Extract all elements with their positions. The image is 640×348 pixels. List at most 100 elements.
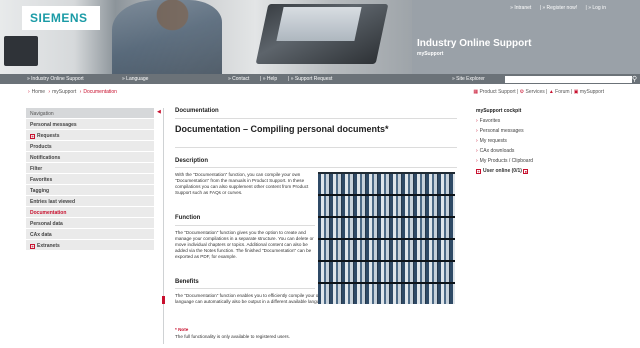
chevron-right-icon: › — [48, 89, 51, 95]
chevron-right-icon: › — [28, 89, 30, 95]
sidebar-item-label: Filter — [30, 166, 43, 172]
nav-help[interactable]: | » Help — [260, 76, 277, 82]
user-online-label: User online (0/1) — [483, 168, 522, 174]
forum-link[interactable]: Forum — [555, 89, 569, 95]
chevron-right-icon: › — [476, 138, 478, 144]
sidebar-scroll-marker[interactable] — [162, 296, 165, 304]
sidebar-item-favorites[interactable]: Favorites — [26, 174, 154, 185]
sidebar-item-products[interactable]: Products — [26, 141, 154, 152]
sidebar-divider — [163, 108, 164, 344]
collapse-sidebar-icon[interactable]: ◀ — [157, 109, 161, 115]
binders-photo — [318, 172, 455, 304]
chevron-right-icon: › — [476, 128, 478, 134]
note-text: The full functionality is only available… — [175, 334, 290, 339]
binder-shelf — [318, 174, 455, 194]
cockpit-title: mySupport cockpit — [476, 108, 522, 114]
divider — [175, 167, 457, 168]
cockpit-my-products-link[interactable]: › My Products / Clipboard — [476, 158, 606, 168]
expand-plus-icon[interactable]: + — [30, 244, 35, 249]
nav-support-request[interactable]: | » Support Request — [288, 76, 332, 82]
sidebar-item-label: Entries last viewed — [30, 199, 76, 205]
mysupport-icon: ▣ — [573, 89, 579, 95]
binder-shelf — [318, 196, 455, 216]
banner-title: Industry Online Support — [417, 38, 532, 49]
function-text: The "Documentation" function gives you t… — [175, 230, 314, 259]
register-link[interactable]: | » Register now! — [540, 5, 577, 11]
page-label: Documentation — [175, 108, 219, 114]
sidebar-item-label: Personal messages — [30, 122, 77, 128]
top-links: » Intranet | » Register now! | » Log in — [503, 5, 606, 11]
sidebar-item-extranets[interactable]: + Extranets — [26, 240, 154, 251]
cockpit-cax-downloads-link[interactable]: › CAx downloads — [476, 148, 606, 158]
sidebar-item-cax-data[interactable]: CAx data — [26, 229, 154, 240]
header-banner: SIEMENS » Intranet | » Register now! | »… — [0, 0, 640, 74]
sidebar-item-filter[interactable]: Filter — [26, 163, 154, 174]
forum-icon: ▲ — [548, 89, 554, 95]
hardware-module-image — [4, 36, 38, 66]
sidebar-item-label: Extranets — [37, 243, 60, 249]
sidebar-item-label: Requests — [37, 133, 60, 139]
sidebar-item-label: Personal data — [30, 221, 63, 227]
nav-contact[interactable]: » Contact — [228, 76, 249, 82]
sidebar-item-label: Favorites — [30, 177, 53, 183]
mysupport-link[interactable]: mySupport — [580, 89, 604, 95]
intranet-link[interactable]: » Intranet — [510, 5, 531, 11]
sidebar-item-label: Tagging — [30, 188, 50, 194]
sidebar-item-label: CAx data — [30, 232, 52, 238]
product-support-icon: ▦ — [473, 89, 479, 95]
cockpit-link-label: CAx downloads — [479, 148, 515, 154]
navigation-heading: Navigation — [26, 108, 154, 119]
cockpit-favorites-link[interactable]: › Favorites — [476, 118, 606, 128]
sidebar-item-personal-messages[interactable]: Personal messages — [26, 119, 154, 130]
cockpit-link-label: My requests — [479, 138, 507, 144]
laptop-screen-image — [276, 7, 362, 41]
breadcrumb: › Home › mySupport › Documentation — [26, 89, 117, 95]
breadcrumb-documentation[interactable]: Documentation — [83, 89, 117, 95]
chevron-right-icon: › — [79, 89, 82, 95]
search-input[interactable] — [505, 76, 632, 83]
section-links: ▦ Product Support | ⚙ Services | ▲ Forum… — [473, 89, 604, 95]
main-content: Documentation — [175, 108, 455, 114]
binder-shelf — [318, 284, 455, 304]
nav-industry-online-support[interactable]: » Industry Online Support — [27, 76, 84, 82]
sidebar-item-label: Notifications — [30, 155, 61, 161]
users-icon[interactable]: ● — [523, 169, 529, 174]
divider — [175, 147, 457, 148]
divider — [175, 288, 315, 289]
cockpit-personal-messages-link[interactable]: › Personal messages — [476, 128, 606, 138]
left-navigation: Navigation Personal messages + Requests P… — [26, 108, 154, 251]
services-link[interactable]: Services — [526, 89, 545, 95]
binder-shelf — [318, 240, 455, 260]
login-link[interactable]: | » Log in — [586, 5, 606, 11]
expand-plus-icon[interactable]: + — [30, 134, 35, 139]
description-text: With the "Documentation" function, you c… — [175, 172, 309, 195]
divider — [175, 118, 457, 119]
banner-subtitle: mySupport — [417, 51, 444, 57]
person-image — [112, 0, 222, 74]
chevron-right-icon: › — [476, 158, 478, 164]
expand-plus-icon[interactable]: + — [476, 169, 481, 174]
sidebar-item-entries-last-viewed[interactable]: Entries last viewed — [26, 196, 154, 207]
breadcrumb-mysupport[interactable]: mySupport — [52, 89, 76, 95]
sidebar-item-personal-data[interactable]: Personal data — [26, 218, 154, 229]
sidebar-item-documentation[interactable]: Documentation — [26, 207, 154, 218]
nav-language[interactable]: » Language — [122, 76, 148, 82]
product-support-link[interactable]: Product Support — [479, 89, 515, 95]
search-icon[interactable]: ⚲ — [632, 75, 637, 83]
cockpit-user-online[interactable]: + User online (0/1) ● — [476, 168, 606, 178]
description-heading: Description — [175, 158, 209, 164]
sidebar-item-requests[interactable]: + Requests — [26, 130, 154, 141]
chevron-right-icon: › — [476, 118, 478, 124]
chevron-right-icon: › — [476, 148, 478, 154]
sidebar-item-notifications[interactable]: Notifications — [26, 152, 154, 163]
sidebar-item-label: Products — [30, 144, 52, 150]
binder-shelf — [318, 262, 455, 282]
siemens-logo[interactable]: SIEMENS — [30, 11, 88, 25]
sidebar-item-label: Documentation — [30, 210, 67, 216]
divider — [175, 225, 315, 226]
nav-site-explorer[interactable]: » Site Explorer — [452, 76, 485, 82]
breadcrumb-home[interactable]: Home — [32, 89, 45, 95]
cockpit-my-requests-link[interactable]: › My requests — [476, 138, 606, 148]
sidebar-item-tagging[interactable]: Tagging — [26, 185, 154, 196]
cockpit-link-label: Favorites — [479, 118, 501, 124]
